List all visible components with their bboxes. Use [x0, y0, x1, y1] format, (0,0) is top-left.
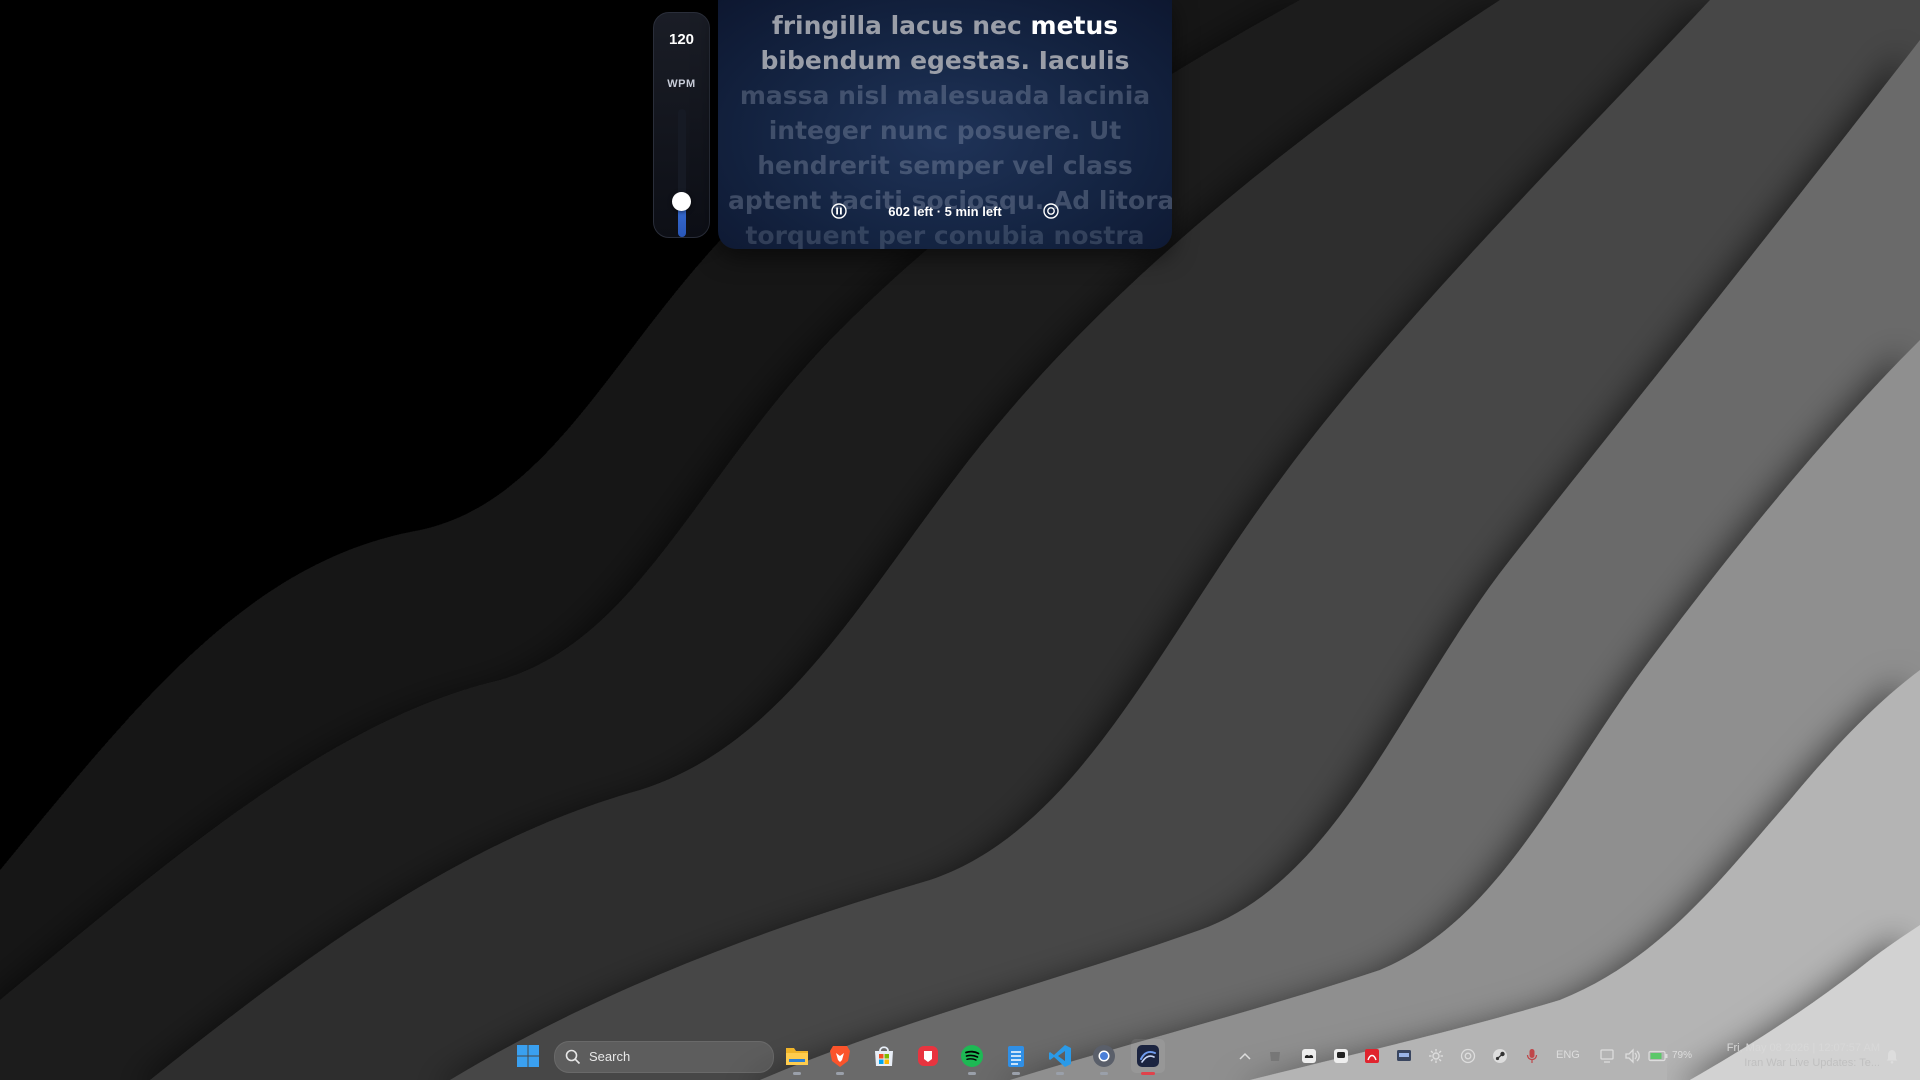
wpm-panel: 120 WPM — [653, 12, 710, 238]
start-button[interactable] — [511, 1039, 545, 1073]
search-icon — [565, 1049, 581, 1065]
cloud-icon — [1302, 1049, 1316, 1063]
reader-line: bibendum egestas. Iaculis — [728, 43, 1162, 78]
pdf-icon — [1365, 1049, 1379, 1063]
clock[interactable]: Fri, May 08 2026 | 12:07:57 AM Iran War … — [1708, 1041, 1880, 1071]
tray-network[interactable] — [1598, 1046, 1618, 1066]
language-indicator[interactable]: ENG — [1556, 1049, 1580, 1061]
taskbar-reader-app[interactable] — [1131, 1039, 1165, 1075]
chat-icon — [1334, 1049, 1348, 1063]
taskbar-file-explorer[interactable] — [780, 1039, 814, 1075]
gear-icon — [1429, 1049, 1443, 1063]
tray-microphone[interactable] — [1522, 1046, 1542, 1066]
taskbar-brave-browser[interactable] — [823, 1039, 857, 1075]
taskbar-microsoft-store[interactable] — [867, 1039, 901, 1073]
wpm-slider[interactable] — [672, 109, 691, 237]
taskbar: Search ENG 79% Fri, May 08 2026 | 12:07:… — [0, 1032, 1920, 1080]
taskbar-spotify[interactable] — [955, 1039, 989, 1075]
tray-chat-app[interactable] — [1331, 1046, 1351, 1066]
tray-at-app[interactable] — [1458, 1046, 1478, 1066]
tray-cloud-app[interactable] — [1299, 1046, 1319, 1066]
battery-icon — [1648, 1050, 1668, 1062]
spotify-icon — [961, 1045, 983, 1067]
search-input[interactable]: Search — [554, 1041, 774, 1073]
progress-status: 602 left · 5 min left — [888, 204, 1002, 219]
tray-notifications[interactable] — [1882, 1046, 1902, 1066]
clock-datetime: Fri, May 08 2026 | 12:07:57 AM — [1726, 1042, 1880, 1054]
search-placeholder: Search — [589, 1049, 631, 1064]
current-word: metus — [1030, 11, 1119, 40]
reader-text-segment: fringilla lacus nec — [771, 11, 1031, 40]
tray-volume[interactable] — [1622, 1046, 1642, 1066]
taskbar-red-app[interactable] — [911, 1039, 945, 1073]
desktop: 120 WPM fringilla lacus nec metus bibendu… — [0, 0, 1920, 1080]
network-icon — [1600, 1049, 1614, 1063]
volume-icon — [1625, 1048, 1640, 1064]
tray-overflow-chevron[interactable] — [1235, 1046, 1255, 1066]
wpm-unit-label: WPM — [667, 78, 696, 90]
running-indicator — [836, 1072, 844, 1075]
notepad-icon — [1008, 1046, 1024, 1067]
windows-icon — [517, 1045, 539, 1067]
tray-steam[interactable] — [1490, 1046, 1510, 1066]
reader-footer: 602 left · 5 min left — [718, 196, 1172, 232]
cup-icon — [1270, 1052, 1280, 1061]
tray-brightness[interactable] — [1426, 1046, 1446, 1066]
news-ticker[interactable]: Iran War Live Updates: Te... — [1708, 1056, 1880, 1071]
reader-text-segment: massa nisl malesuada lacinia — [739, 81, 1151, 110]
taskbar-chrome[interactable] — [1087, 1039, 1121, 1075]
folder-icon — [786, 1048, 808, 1065]
running-indicator — [1100, 1072, 1108, 1075]
vscode-icon — [1049, 1045, 1071, 1067]
tray-battery[interactable] — [1648, 1046, 1668, 1066]
tray-cup-app[interactable] — [1265, 1046, 1285, 1066]
reader-text-segment: bibendum egestas. Iaculis — [760, 46, 1130, 75]
wpm-value: 120 — [668, 31, 695, 48]
tray-monitor-app[interactable] — [1394, 1046, 1414, 1066]
steam-icon — [1493, 1049, 1507, 1063]
taskbar-notepad[interactable] — [999, 1039, 1033, 1075]
reader-panel: fringilla lacus nec metus bibendum egesta… — [718, 0, 1172, 249]
chevron-up-icon — [1239, 1052, 1251, 1060]
notification-bell-icon — [1886, 1050, 1898, 1064]
red-app-icon — [918, 1046, 938, 1066]
pause-icon[interactable] — [830, 202, 848, 220]
brave-icon — [830, 1046, 850, 1067]
running-indicator — [1141, 1072, 1155, 1075]
reader-text-segment: hendrerit semper vel class — [757, 151, 1133, 180]
wpm-slider-thumb[interactable] — [672, 192, 691, 211]
running-indicator — [1056, 1072, 1064, 1075]
monitor-icon — [1397, 1050, 1411, 1061]
reader-line: hendrerit semper vel class — [728, 148, 1162, 183]
taskbar-vscode[interactable] — [1043, 1039, 1077, 1075]
running-indicator — [793, 1072, 801, 1075]
reader-line: integer nunc posuere. Ut — [728, 113, 1162, 148]
microphone-icon — [1526, 1049, 1538, 1063]
reader-text-segment: integer nunc posuere. Ut — [768, 116, 1122, 145]
store-icon — [875, 1046, 893, 1066]
reader-line: fringilla lacus nec metus — [728, 8, 1162, 43]
running-indicator — [1012, 1072, 1020, 1075]
battery-percentage: 79% — [1672, 1050, 1693, 1061]
reader-line: massa nisl malesuada lacinia — [728, 78, 1162, 113]
chrome-icon — [1093, 1045, 1115, 1067]
tray-pdf-app[interactable] — [1362, 1046, 1382, 1066]
reader-app-icon — [1137, 1045, 1159, 1067]
running-indicator — [968, 1072, 976, 1075]
target-icon[interactable] — [1042, 202, 1060, 220]
at-sign-icon — [1460, 1048, 1476, 1064]
